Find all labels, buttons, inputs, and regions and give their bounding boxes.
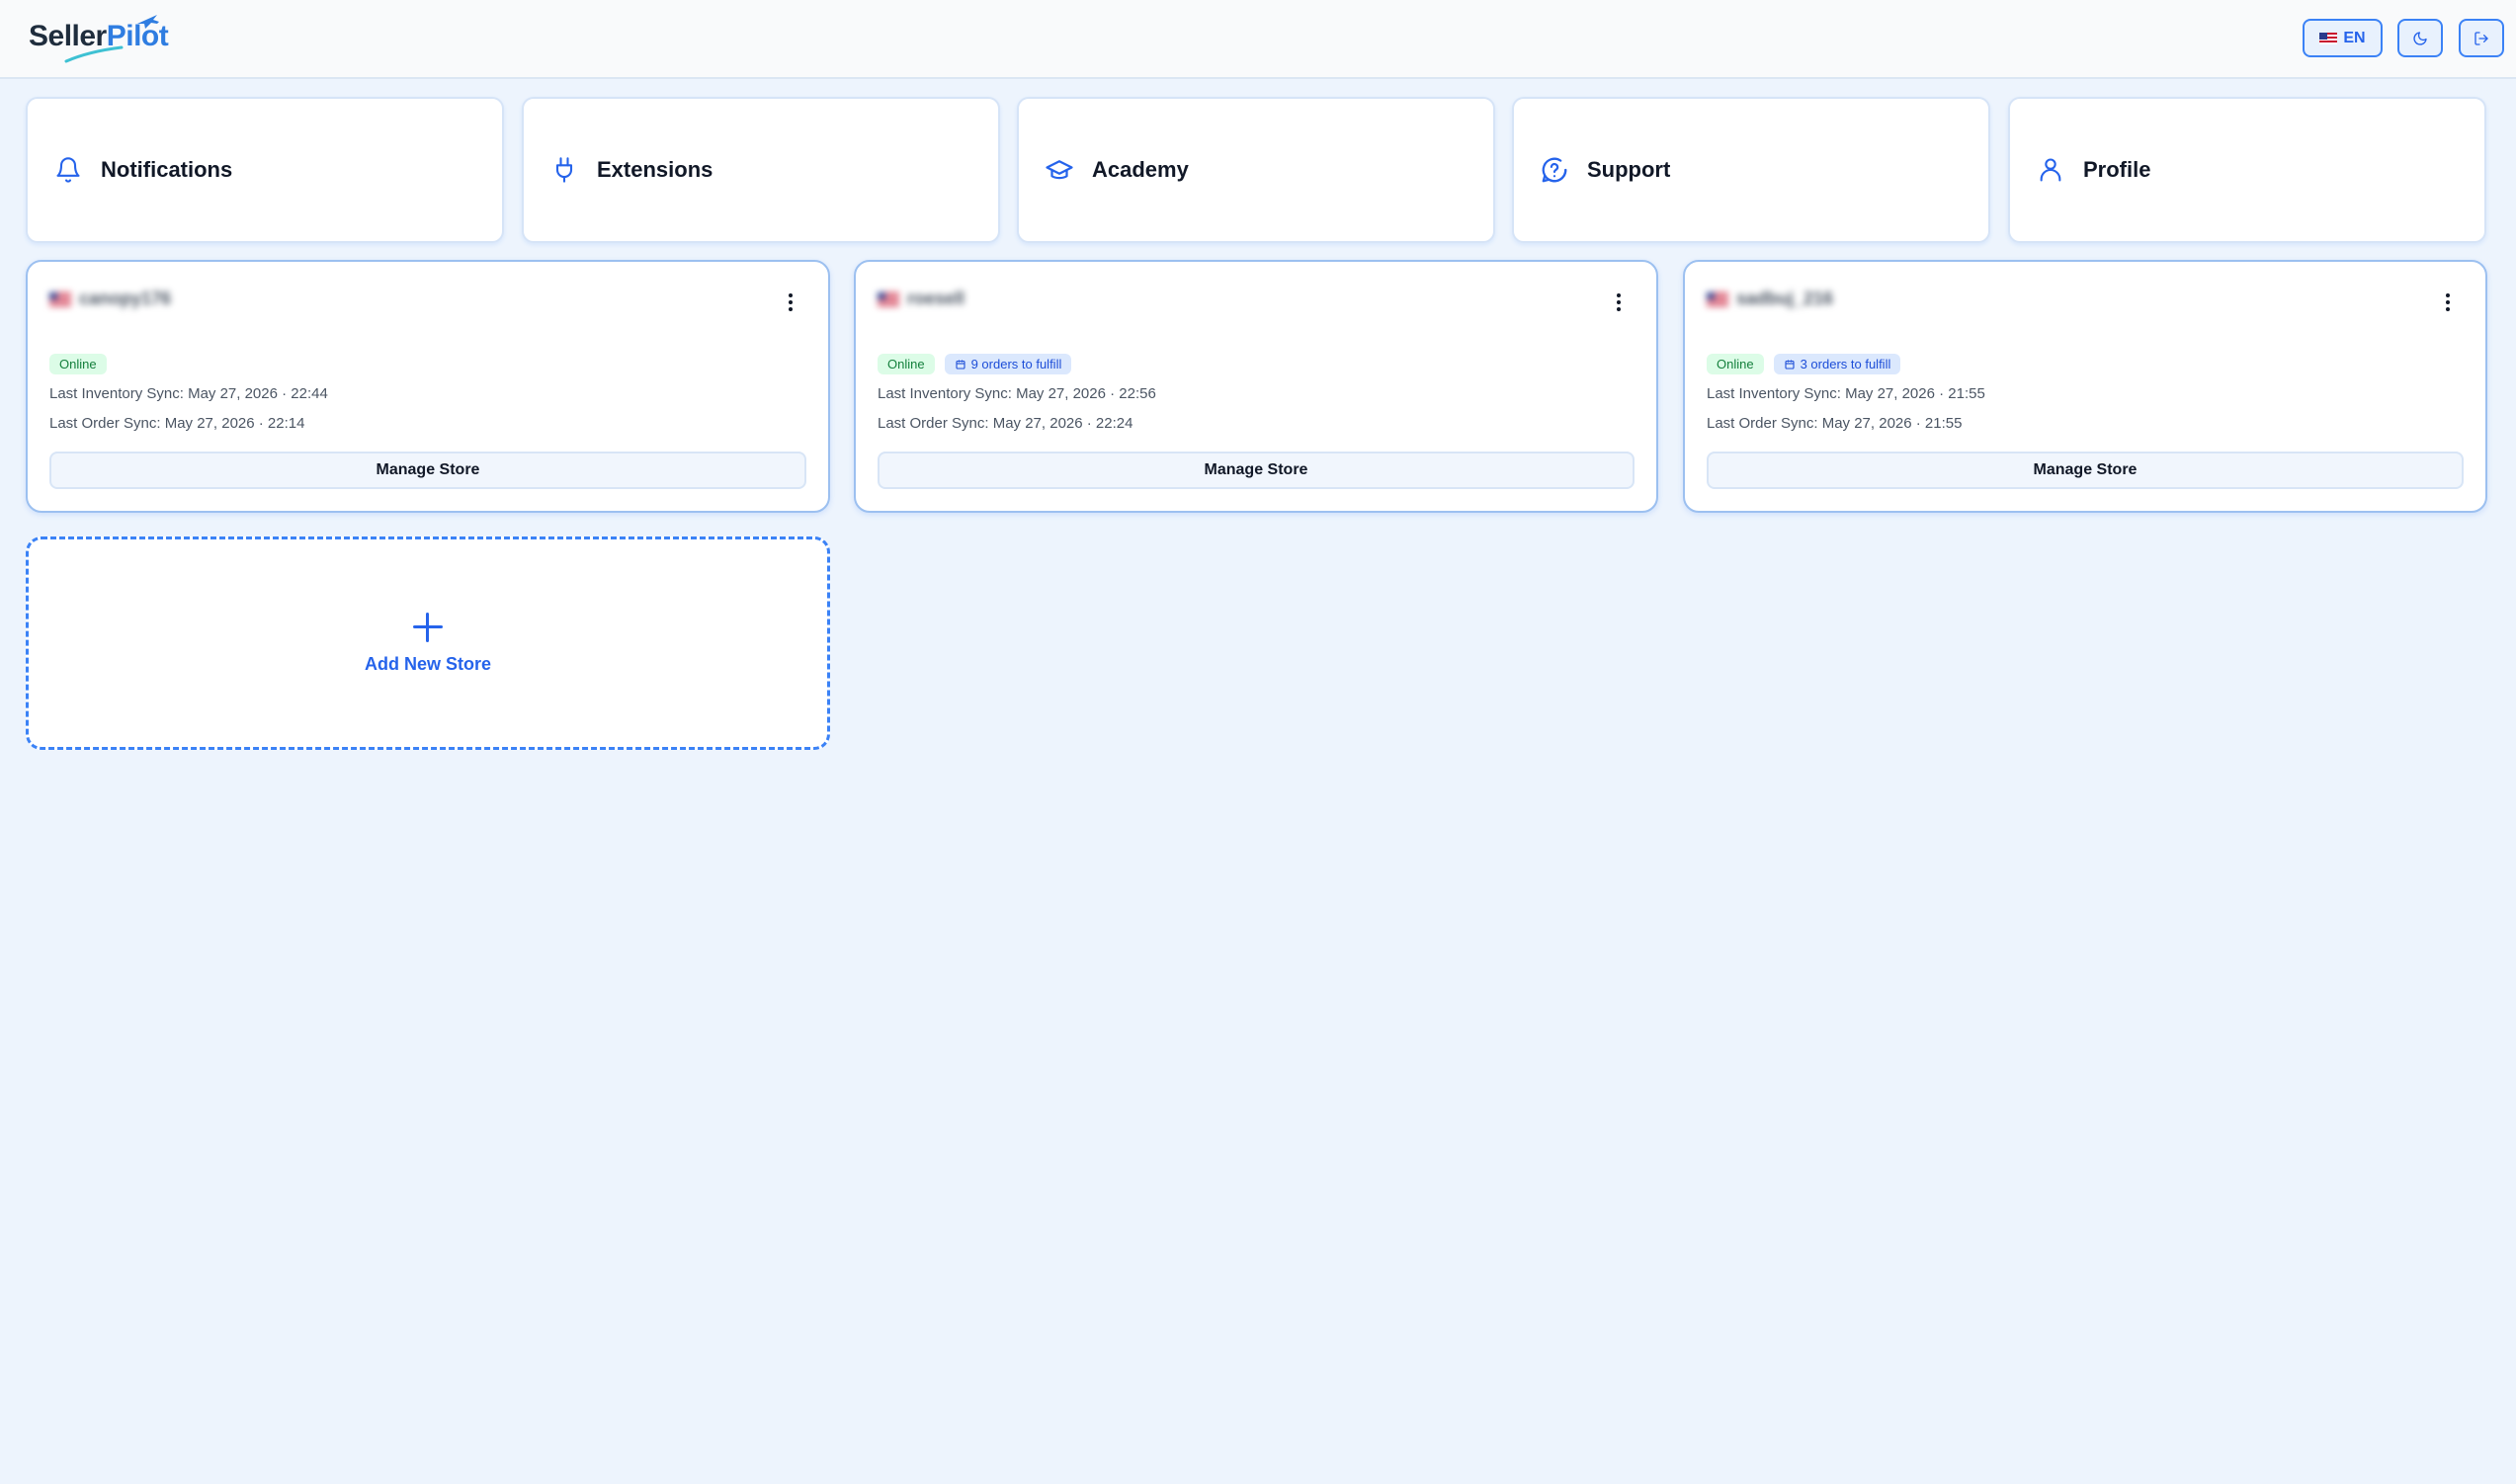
add-new-store-label: Add New Store — [364, 653, 491, 674]
inventory-sync-text: Last Inventory Sync: May 27, 2026 · 22:5… — [878, 385, 1156, 402]
nav-card-support[interactable]: Support — [1512, 97, 1990, 243]
inventory-sync-text: Last Inventory Sync: May 27, 2026 · 21:5… — [1707, 385, 1985, 402]
top-bar: SellerPilot EN — [0, 0, 2516, 79]
nav-card-profile[interactable]: Profile — [2008, 97, 2486, 243]
language-label: EN — [2343, 29, 2366, 46]
store-name: roesell — [878, 289, 964, 309]
user-icon — [2036, 155, 2065, 185]
store-badges: Online 9 orders to fulfill — [878, 354, 1072, 374]
nav-label: Support — [1587, 157, 1671, 182]
us-flag-icon — [49, 291, 71, 306]
more-options-icon[interactable] — [781, 289, 800, 315]
moon-icon — [2413, 31, 2427, 45]
manage-store-button[interactable]: Manage Store — [878, 452, 1635, 489]
logout-button[interactable] — [2459, 19, 2504, 57]
nav-label: Notifications — [101, 157, 233, 182]
help-chat-icon — [1540, 155, 1569, 185]
us-flag-icon — [2319, 32, 2338, 44]
orders-badge-label: 3 orders to fulfill — [1800, 357, 1891, 371]
orders-badge[interactable]: 3 orders to fulfill — [1773, 354, 1901, 374]
more-options-icon[interactable] — [1609, 289, 1629, 315]
orders-badge[interactable]: 9 orders to fulfill — [944, 354, 1072, 374]
more-options-icon[interactable] — [2438, 289, 2458, 315]
nav-card-notifications[interactable]: Notifications — [26, 97, 504, 243]
store-badges: Online — [49, 354, 107, 374]
theme-toggle-button[interactable] — [2397, 19, 2443, 57]
plus-icon — [413, 612, 443, 642]
language-button[interactable]: EN — [2303, 19, 2383, 57]
calendar-icon — [956, 360, 965, 370]
inventory-sync-text: Last Inventory Sync: May 27, 2026 · 22:4… — [49, 385, 328, 402]
store-name: canopy176 — [49, 289, 171, 309]
order-sync-text: Last Order Sync: May 27, 2026 · 21:55 — [1707, 415, 1963, 432]
add-new-store-card[interactable]: Add New Store — [26, 536, 830, 750]
orders-badge-label: 9 orders to fulfill — [970, 357, 1062, 371]
store-badges: Online 3 orders to fulfill — [1707, 354, 1901, 374]
manage-store-button[interactable]: Manage Store — [49, 452, 806, 489]
store-name: sadbuj_216 — [1707, 289, 1833, 309]
order-sync-text: Last Order Sync: May 27, 2026 · 22:14 — [49, 415, 305, 432]
us-flag-icon — [1707, 291, 1728, 306]
manage-store-button[interactable]: Manage Store — [1707, 452, 2464, 489]
status-badge: Online — [49, 354, 107, 374]
swoosh-icon — [64, 45, 124, 63]
status-badge: Online — [1707, 354, 1764, 374]
store-card: sadbuj_216 Online 3 orders to fulfill La… — [1683, 260, 2487, 513]
nav-label: Profile — [2083, 157, 2151, 182]
us-flag-icon — [878, 291, 899, 306]
logout-icon — [2474, 31, 2488, 45]
bell-icon — [53, 155, 83, 185]
calendar-icon — [1785, 360, 1795, 370]
store-card: roesell Online 9 orders to fulfill Last … — [854, 260, 1658, 513]
status-badge: Online — [878, 354, 935, 374]
nav-card-extensions[interactable]: Extensions — [522, 97, 1000, 243]
store-card: canopy176 Online Last Inventory Sync: Ma… — [26, 260, 830, 513]
graduation-cap-icon — [1045, 155, 1074, 185]
airplane-icon — [137, 15, 159, 29]
plug-icon — [549, 155, 579, 185]
nav-card-academy[interactable]: Academy — [1017, 97, 1495, 243]
nav-label: Extensions — [597, 157, 713, 182]
order-sync-text: Last Order Sync: May 27, 2026 · 22:24 — [878, 415, 1133, 432]
nav-label: Academy — [1092, 157, 1189, 182]
